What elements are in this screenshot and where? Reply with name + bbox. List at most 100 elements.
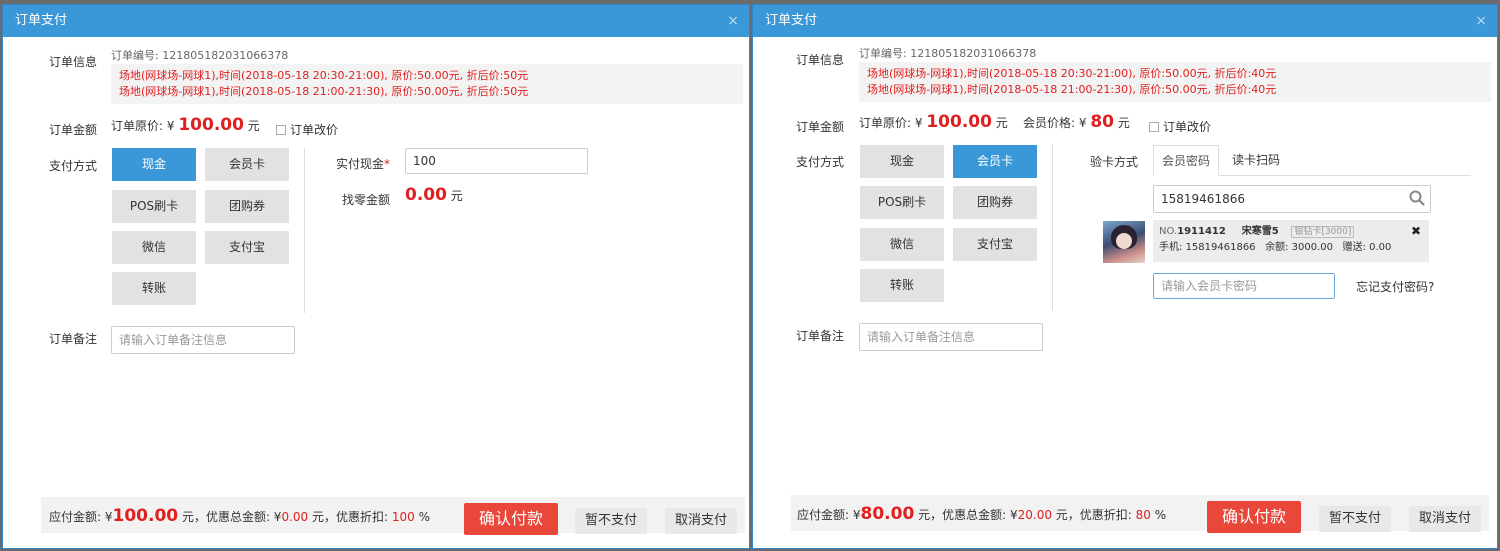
member-price-label: 会员价格: ¥ [1023,116,1087,130]
discount-total: 20.00 [1017,508,1052,522]
tab-member-password[interactable]: 会员密码 [1153,145,1219,176]
modify-price-label: 订单改价 [1163,120,1212,134]
pay-method-alipay-button[interactable]: 支付宝 [205,231,289,264]
change-label: 找零金额 [342,193,391,207]
pay-method-alipay-button[interactable]: 支付宝 [953,228,1037,261]
remark-input[interactable]: 请输入订单备注信息 [111,326,295,354]
order-no-label: 订单编号: [111,49,159,62]
order-amount-label: 订单金额 [796,120,845,134]
close-icon[interactable]: × [727,5,739,37]
member-price: 80 [1090,112,1114,132]
discount-total-label: 元，优惠总金额: ¥ [181,510,282,524]
pay-method-label: 支付方式 [796,155,845,169]
pay-method-wechat-button[interactable]: 微信 [112,231,196,264]
order-info-label: 订单信息 [49,55,98,69]
percent-sign: % [1154,508,1167,522]
order-line: 场地(网球场-网球1),时间(2018-05-18 20:30-21:00), … [867,67,1277,80]
original-price-label: 订单原价: ¥ [111,119,175,133]
dialog-title-bar: 订单支付 × [753,5,1497,37]
discount-rate: 80 [1135,508,1151,522]
member-password-input[interactable]: 请输入会员卡密码 [1153,273,1335,299]
discount-rate-label: 元，优惠折扣: [311,510,389,524]
remark-label: 订单备注 [796,329,845,343]
member-name: 宋寒雪5 [1241,226,1279,237]
change-unit: 元 [450,189,463,203]
order-line: 场地(网球场-网球1),时间(2018-05-18 21:00-21:30), … [867,83,1277,96]
original-price: 100.00 [926,112,992,132]
order-info-label: 订单信息 [796,53,845,67]
confirm-payment-button[interactable]: 确认付款 [464,503,558,535]
pay-method-label: 支付方式 [49,159,98,173]
member-card-type-badge: 银钻卡[3000] [1291,226,1355,238]
member-search-input[interactable]: 15819461866 [1153,185,1431,213]
pay-method-cash-button[interactable]: 现金 [112,148,196,181]
pay-method-group-coupon-button[interactable]: 团购券 [205,190,289,223]
required-mark: * [384,157,391,171]
payable-amount: 100.00 [112,506,179,526]
defer-payment-button[interactable]: 暂不支付 [1319,506,1391,532]
order-lines-box: 场地(网球场-网球1),时间(2018-05-18 20:30-21:00), … [111,64,743,104]
remove-member-icon[interactable]: ✖ [1411,223,1421,239]
verify-method-label: 验卡方式 [1090,155,1139,169]
order-payment-dialog-right: 订单支付 × 订单信息 订单编号: 121805182031066378 场地(… [752,4,1498,549]
gift-label: 赠送: [1342,242,1366,253]
member-no: 1911412 [1177,226,1226,237]
discount-total: 0.00 [281,510,309,524]
original-price-label: 订单原价: ¥ [859,116,923,130]
remark-input[interactable]: 请输入订单备注信息 [859,323,1043,351]
forgot-password-link[interactable]: 忘记支付密码? [1356,278,1434,295]
modify-price-label: 订单改价 [290,123,339,137]
member-phone: 15819461866 [1185,242,1256,253]
payment-footer: 应付金额: ¥100.00 元，优惠总金额: ¥0.00 元，优惠折扣: 100… [41,497,745,535]
change-value: 0.00 [405,185,447,205]
payment-footer: 应付金额: ¥80.00 元，优惠总金额: ¥20.00 元，优惠折扣: 80 … [791,495,1489,533]
member-balance: 3000.00 [1291,242,1334,253]
modify-price-checkbox[interactable] [276,125,286,135]
cash-paid-label: 实付现金 [336,157,385,171]
member-card-info: NO.1911412 宋寒雪5 银钻卡[3000] 手机: 1581946186… [1153,220,1429,262]
close-icon[interactable]: × [1475,5,1487,37]
member-no-label: NO. [1159,226,1178,237]
balance-label: 余额: [1265,242,1289,253]
order-payment-dialog-left: 订单支付 × 订单信息 订单编号: 121805182031066378 场地(… [2,4,750,549]
divider [1052,145,1053,310]
dialog-title: 订单支付 [15,13,68,28]
original-price: 100.00 [178,115,244,135]
verify-tabs: 会员密码 读卡扫码 [1153,145,1471,176]
pay-method-wechat-button[interactable]: 微信 [860,228,944,261]
pay-method-transfer-button[interactable]: 转账 [860,269,944,302]
search-icon[interactable] [1409,190,1425,206]
payable-label: 应付金额: ¥ [797,508,861,522]
cash-paid-input[interactable]: 100 [405,148,588,174]
confirm-payment-button[interactable]: 确认付款 [1207,501,1301,533]
pay-method-transfer-button[interactable]: 转账 [112,272,196,305]
order-line: 场地(网球场-网球1),时间(2018-05-18 21:00-21:30), … [119,85,529,98]
dialog-title: 订单支付 [765,13,818,28]
tab-card-scan[interactable]: 读卡扫码 [1223,145,1289,175]
pay-method-pos-button[interactable]: POS刷卡 [860,186,944,219]
percent-sign: % [418,510,430,524]
pay-method-cash-button[interactable]: 现金 [860,145,944,178]
discount-rate-label: 元，优惠折扣: [1055,508,1132,522]
cancel-payment-button[interactable]: 取消支付 [665,508,737,534]
order-no: 121805182031066378 [162,49,289,62]
order-no-label: 订单编号: [859,47,907,60]
order-no: 121805182031066378 [910,47,1037,60]
order-lines-box: 场地(网球场-网球1),时间(2018-05-18 20:30-21:00), … [859,62,1491,102]
discount-rate: 100 [391,510,415,524]
pay-method-group-coupon-button[interactable]: 团购券 [953,186,1037,219]
pay-method-member-card-button[interactable]: 会员卡 [205,148,289,181]
defer-payment-button[interactable]: 暂不支付 [575,508,647,534]
payable-amount: 80.00 [860,504,915,524]
yuan-unit: 元 [247,119,260,133]
cancel-payment-button[interactable]: 取消支付 [1409,506,1481,532]
member-gift: 0.00 [1369,242,1392,253]
pay-method-pos-button[interactable]: POS刷卡 [112,190,196,223]
dialog-title-bar: 订单支付 × [3,5,749,37]
pay-method-member-card-button[interactable]: 会员卡 [953,145,1037,178]
order-amount-label: 订单金额 [49,123,98,137]
yuan-unit: 元 [995,116,1008,130]
divider [304,148,305,313]
discount-total-label: 元，优惠总金额: ¥ [918,508,1018,522]
modify-price-checkbox[interactable] [1149,122,1159,132]
